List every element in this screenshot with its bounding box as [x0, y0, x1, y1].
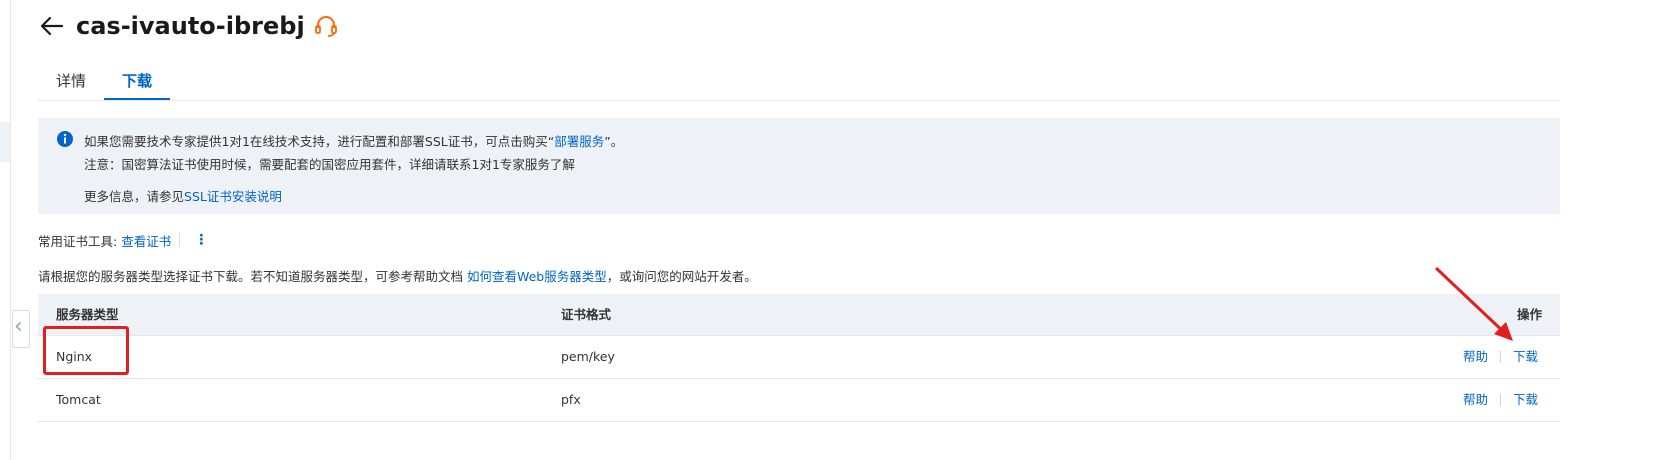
- download-button[interactable]: 下载: [1513, 379, 1538, 421]
- view-cert-link[interactable]: 查看证书: [121, 231, 171, 250]
- notice-line-1: 如果您需要技术专家提供1对1在线技术支持，进行配置和部署SSL证书，可点击购买“…: [84, 134, 624, 149]
- format-cell: pfx: [561, 392, 581, 407]
- help-link[interactable]: 帮助: [1463, 336, 1488, 378]
- table-row: Nginx pem/key 帮助 下载: [38, 336, 1560, 379]
- tab-details[interactable]: 详情: [38, 60, 104, 100]
- page-header: cas-ivauto-ibrebj: [38, 8, 339, 44]
- cert-tools-label: 常用证书工具:: [38, 233, 118, 249]
- column-header-format: 证书格式: [561, 307, 612, 322]
- info-icon: [57, 131, 73, 147]
- left-rail-marker: [0, 122, 10, 162]
- chevron-left-icon: ‹: [14, 314, 23, 339]
- sidebar-collapse-button[interactable]: ‹: [12, 310, 30, 348]
- table-header: 服务器类型 证书格式 操作: [38, 294, 1560, 336]
- left-rail: [0, 0, 11, 460]
- download-guide: 请根据您的服务器类型选择证书下载。若不知道服务器类型，可参考帮助文档 如何查看W…: [38, 269, 757, 284]
- table-row: Tomcat pfx 帮助 下载: [38, 379, 1560, 422]
- divider: [1499, 351, 1501, 363]
- cert-tools: 常用证书工具: 查看证书 ⋮: [38, 230, 214, 250]
- format-cell: pem/key: [561, 349, 615, 364]
- ssl-install-guide-link[interactable]: SSL证书安装说明: [184, 189, 282, 204]
- help-link[interactable]: 帮助: [1463, 379, 1488, 421]
- page-title: cas-ivauto-ibrebj: [76, 12, 305, 40]
- divider: [179, 233, 181, 247]
- tab-bar: 详情 下载: [38, 60, 1560, 101]
- row-actions: 帮助 下载: [1463, 379, 1538, 421]
- download-button[interactable]: 下载: [1513, 336, 1538, 378]
- info-notice: 如果您需要技术专家提供1对1在线技术支持，进行配置和部署SSL证书，可点击购买“…: [38, 118, 1560, 214]
- web-server-type-help-link[interactable]: 如何查看Web服务器类型: [467, 269, 607, 284]
- server-type-cell: Nginx: [56, 349, 93, 364]
- column-header-action: 操作: [1516, 307, 1542, 322]
- column-header-server-type: 服务器类型: [56, 307, 119, 322]
- download-table: 服务器类型 证书格式 操作 Nginx pem/key 帮助 下载 Tomcat…: [38, 294, 1560, 422]
- server-type-cell: Tomcat: [56, 392, 101, 407]
- arrow-left-icon[interactable]: [38, 12, 66, 40]
- divider: [1499, 394, 1501, 406]
- more-options-icon[interactable]: ⋮: [188, 232, 214, 248]
- row-actions: 帮助 下载: [1463, 336, 1538, 378]
- deploy-service-link[interactable]: 部署服务: [554, 134, 604, 149]
- tab-download[interactable]: 下载: [104, 60, 171, 100]
- notice-line-2: 注意：国密算法证书使用时候，需要配套的国密应用套件，详细请联系1对1专家服务了解: [84, 157, 575, 172]
- headset-icon[interactable]: [313, 13, 339, 39]
- notice-line-3: 更多信息，请参见SSL证书安装说明: [84, 189, 282, 204]
